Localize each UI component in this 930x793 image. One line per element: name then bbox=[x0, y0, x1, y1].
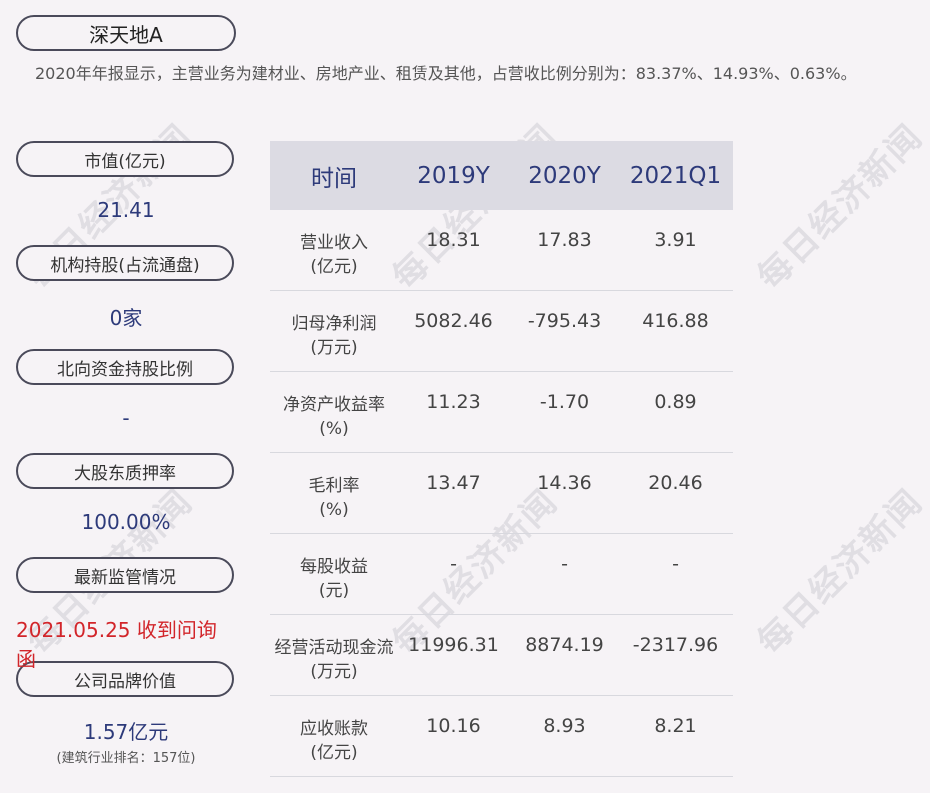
row-label: 毛利率 (%) bbox=[308, 476, 360, 520]
stock-name-title: 深天地A bbox=[16, 15, 236, 51]
table-row: 每股收益 (元) - - - bbox=[270, 534, 733, 615]
cell-value: - bbox=[450, 553, 457, 575]
table-row: 归母净利润 (万元) 5082.46 -795.43 416.88 bbox=[270, 291, 733, 372]
header-2021q1: 2021Q1 bbox=[629, 162, 722, 189]
row-label: 净资产收益率 (%) bbox=[283, 395, 385, 439]
market-cap-value: 21.41 bbox=[97, 198, 155, 222]
cell-value: - bbox=[561, 553, 568, 575]
cell-value: 11996.31 bbox=[408, 634, 499, 656]
row-label: 营业收入 (亿元) bbox=[300, 233, 368, 277]
cell-value: 20.46 bbox=[648, 472, 703, 494]
institutional-holding-value: 0家 bbox=[109, 306, 143, 330]
northbound-holding-label: 北向资金持股比例 bbox=[16, 349, 234, 385]
cell-value: 17.83 bbox=[537, 229, 592, 251]
regulatory-status-label: 最新监管情况 bbox=[16, 557, 234, 593]
row-label: 经营活动现金流 (万元) bbox=[274, 638, 394, 682]
watermark: 每日经济新闻 bbox=[749, 481, 930, 663]
header-2020y: 2020Y bbox=[528, 162, 601, 189]
cell-value: 14.36 bbox=[537, 472, 592, 494]
cell-value: 416.88 bbox=[642, 310, 709, 332]
business-summary: 2020年年报显示，主营业务为建材业、房地产业、租赁及其他，占营收比例分别为：8… bbox=[35, 64, 857, 83]
cell-value: 5082.46 bbox=[414, 310, 493, 332]
header-time: 时间 bbox=[311, 165, 357, 192]
table-row: 经营活动现金流 (万元) 11996.31 8874.19 -2317.96 bbox=[270, 615, 733, 696]
brand-rank-note: (建筑行业排名：157位) bbox=[56, 751, 196, 766]
financial-table: 时间 2019Y 2020Y 2021Q1 营业收入 (亿元) 18.31 17.… bbox=[270, 141, 733, 777]
pledge-ratio-value: 100.00% bbox=[81, 510, 171, 534]
cell-value: 18.31 bbox=[426, 229, 481, 251]
cell-value: 13.47 bbox=[426, 472, 481, 494]
cell-value: 10.16 bbox=[426, 715, 481, 737]
cell-value: -795.43 bbox=[527, 310, 602, 332]
cell-value: 11.23 bbox=[426, 391, 481, 413]
cell-value: 8.93 bbox=[543, 715, 586, 737]
pledge-ratio-label: 大股东质押率 bbox=[16, 453, 234, 489]
cell-value: -1.70 bbox=[539, 391, 590, 413]
northbound-holding-value: - bbox=[122, 406, 130, 430]
table-header: 时间 2019Y 2020Y 2021Q1 bbox=[270, 141, 733, 210]
cell-value: 8874.19 bbox=[525, 634, 604, 656]
cell-value: 3.91 bbox=[654, 229, 697, 251]
watermark: 每日经济新闻 bbox=[749, 116, 930, 298]
market-cap-label: 市值(亿元) bbox=[16, 141, 234, 177]
row-label: 归母净利润 (万元) bbox=[291, 314, 377, 358]
row-label: 每股收益 (元) bbox=[300, 557, 368, 601]
regulatory-status-value: 2021.05.25 收到问询函 bbox=[16, 618, 217, 671]
header-2019y: 2019Y bbox=[417, 162, 490, 189]
brand-value: 1.57亿元 bbox=[83, 720, 169, 744]
institutional-holding-label: 机构持股(占流通盘) bbox=[16, 245, 234, 281]
cell-value: 0.89 bbox=[654, 391, 697, 413]
brand-value-block: 1.57亿元 (建筑行业排名：157位) bbox=[16, 697, 236, 766]
table-row: 营业收入 (亿元) 18.31 17.83 3.91 bbox=[270, 210, 733, 291]
row-label: 应收账款 (亿元) bbox=[300, 719, 368, 763]
left-metrics-panel: 市值(亿元) 21.41 机构持股(占流通盘) 0家 北向资金持股比例 - 大股… bbox=[16, 141, 236, 766]
table-row: 毛利率 (%) 13.47 14.36 20.46 bbox=[270, 453, 733, 534]
table-row: 净资产收益率 (%) 11.23 -1.70 0.89 bbox=[270, 372, 733, 453]
cell-value: - bbox=[672, 553, 679, 575]
cell-value: -2317.96 bbox=[632, 634, 719, 656]
cell-value: 8.21 bbox=[654, 715, 697, 737]
table-row: 应收账款 (亿元) 10.16 8.93 8.21 bbox=[270, 696, 733, 777]
